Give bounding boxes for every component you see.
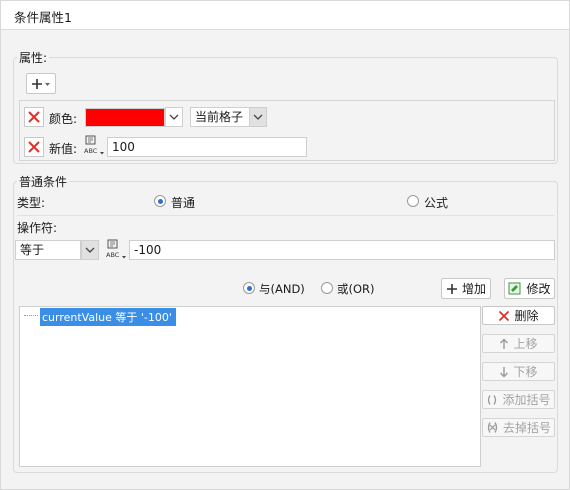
remove-bracket-button[interactable]: 去掉括号 xyxy=(482,418,555,437)
plus-icon xyxy=(446,283,457,294)
chevron-down-icon xyxy=(169,114,179,120)
condition-list[interactable]: currentValue 等于 '-100' xyxy=(19,306,481,467)
properties-group-label: 属性: xyxy=(17,49,50,66)
type-normal-radio[interactable] xyxy=(154,195,166,207)
operand-input[interactable]: -100 xyxy=(129,240,555,260)
add-condition-label: 增加 xyxy=(461,282,486,296)
delete-x-icon xyxy=(28,111,40,123)
bracket-icon xyxy=(488,394,497,405)
operator-label: 操作符: xyxy=(17,221,58,235)
type-formula-radio[interactable] xyxy=(407,195,419,207)
remove-value-property-button[interactable] xyxy=(24,137,44,157)
logic-or-radio[interactable] xyxy=(321,282,333,294)
edit-icon xyxy=(508,282,521,294)
formula-type-icon[interactable]: ABC xyxy=(83,135,105,157)
remove-bracket-label: 去掉括号 xyxy=(502,421,551,435)
plus-icon xyxy=(32,78,50,89)
arrow-down-icon xyxy=(500,366,509,377)
move-up-label: 上移 xyxy=(513,337,538,351)
new-value-input[interactable]: 100 xyxy=(107,137,307,157)
type-formula-label[interactable]: 公式 xyxy=(424,194,448,211)
arrow-up-icon xyxy=(500,338,509,349)
tree-connector xyxy=(24,315,38,316)
move-down-label: 下移 xyxy=(513,365,538,379)
color-label: 颜色: xyxy=(49,112,78,126)
type-label: 类型: xyxy=(17,196,46,210)
modify-condition-button[interactable]: 修改 xyxy=(504,278,555,299)
delete-condition-button[interactable]: 删除 xyxy=(482,306,555,325)
color-target-select[interactable]: 当前格子 xyxy=(190,107,250,127)
remove-bracket-icon xyxy=(487,422,498,433)
logic-or-label[interactable]: 或(OR) xyxy=(337,281,375,297)
delete-x-icon xyxy=(499,310,510,321)
add-bracket-label: 添加括号 xyxy=(502,393,551,407)
modify-condition-label: 修改 xyxy=(526,282,551,296)
operator-dropdown-button[interactable] xyxy=(81,240,99,260)
chevron-down-icon xyxy=(85,247,95,253)
svg-text:ABC: ABC xyxy=(106,251,120,259)
delete-condition-label: 删除 xyxy=(514,309,539,323)
dialog-title: 条件属性1 xyxy=(14,10,72,25)
color-target-dropdown-button[interactable] xyxy=(249,107,267,127)
delete-x-icon xyxy=(28,141,40,153)
add-bracket-button[interactable]: 添加括号 xyxy=(482,390,555,409)
logic-and-label[interactable]: 与(AND) xyxy=(259,281,305,297)
color-swatch[interactable] xyxy=(85,108,165,127)
move-down-button[interactable]: 下移 xyxy=(482,362,555,381)
condition-attribute-dialog: 条件属性1 属性: 颜色: 当前格子 新值: ABC 100 普通条件 类型: … xyxy=(0,0,570,490)
logic-and-radio[interactable] xyxy=(243,282,255,294)
new-value-label: 新值: xyxy=(49,142,78,156)
color-dropdown-button[interactable] xyxy=(165,107,183,127)
add-condition-button[interactable]: 增加 xyxy=(441,278,491,299)
operator-select[interactable]: 等于 xyxy=(15,240,81,260)
divider xyxy=(17,215,555,216)
normal-condition-group-label: 普通条件 xyxy=(17,173,70,190)
move-up-button[interactable]: 上移 xyxy=(482,334,555,353)
formula-type-icon[interactable]: ABC xyxy=(105,239,127,261)
title-bar: 条件属性1 xyxy=(1,1,569,30)
chevron-down-icon xyxy=(253,114,263,120)
svg-text:ABC: ABC xyxy=(84,147,98,155)
remove-color-property-button[interactable] xyxy=(24,107,44,127)
condition-list-item[interactable]: currentValue 等于 '-100' xyxy=(40,308,176,326)
type-normal-label[interactable]: 普通 xyxy=(171,194,195,211)
add-property-button[interactable] xyxy=(26,73,56,94)
